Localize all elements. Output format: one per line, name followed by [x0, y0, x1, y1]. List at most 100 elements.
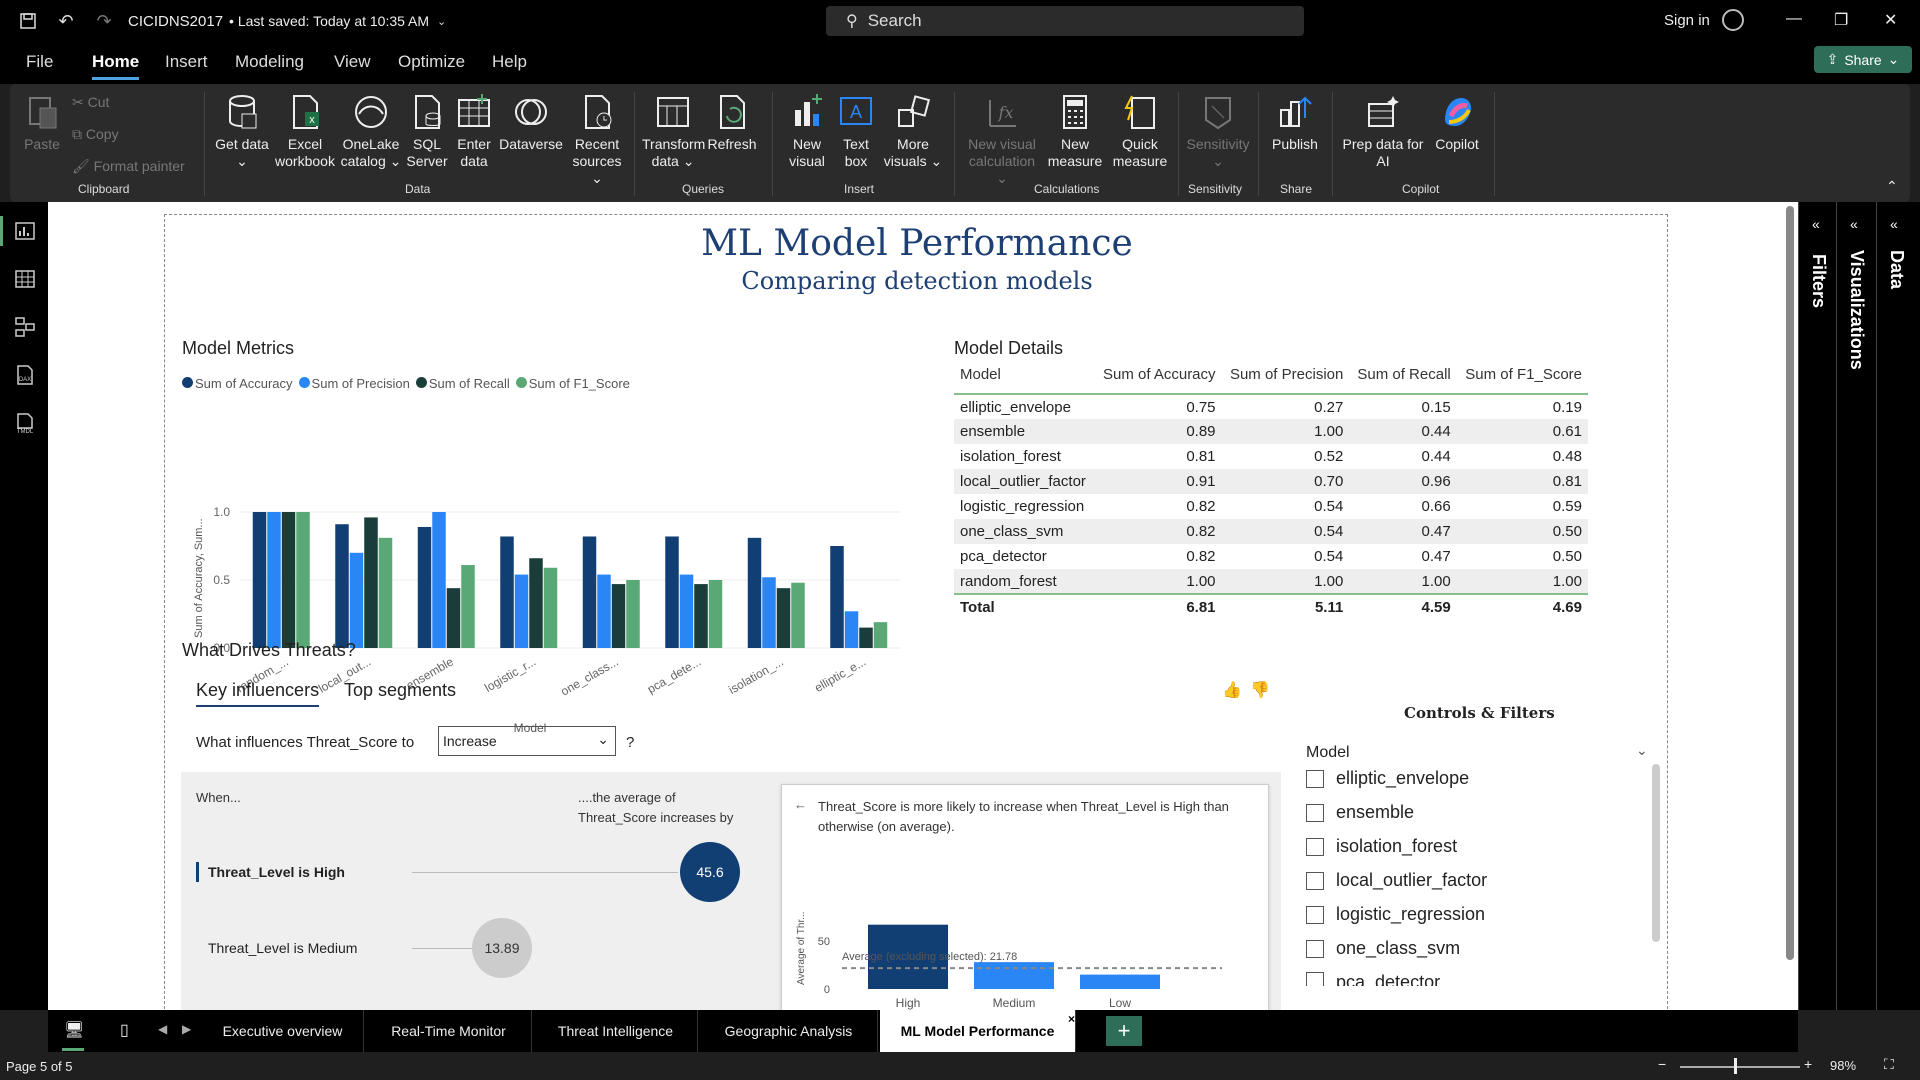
table-row[interactable]: elliptic_envelope 0.75 0.27 0.15 0.19	[954, 394, 1588, 419]
save-icon[interactable]	[18, 11, 38, 31]
add-page-button[interactable]: +	[1106, 1016, 1142, 1046]
paste-button[interactable]: Paste	[20, 92, 64, 153]
bar[interactable]	[873, 622, 888, 648]
visualizations-pane-label[interactable]: Visualizations	[1846, 250, 1867, 370]
menu-view[interactable]: View	[334, 52, 371, 72]
previous-page-icon[interactable]: ◀	[158, 1022, 167, 1036]
column-header[interactable]: Sum of Precision	[1221, 366, 1350, 395]
enter-data-button[interactable]: Enter data	[452, 92, 496, 170]
checkbox[interactable]	[1306, 972, 1324, 986]
model-view-icon[interactable]	[14, 316, 36, 338]
bar[interactable]	[500, 536, 514, 648]
chevron-down-icon[interactable]: ⌄	[1636, 742, 1648, 759]
slicer-item[interactable]: ensemble	[1306, 802, 1414, 823]
tab-top-segments[interactable]: Top segments	[344, 680, 456, 701]
bar[interactable]	[296, 512, 310, 648]
bar[interactable]	[378, 537, 393, 648]
table-view-icon[interactable]	[14, 268, 36, 290]
slicer-item[interactable]: isolation_forest	[1306, 836, 1457, 857]
dax-query-view-icon[interactable]: DAX	[14, 364, 36, 386]
checkbox[interactable]	[1306, 837, 1324, 856]
next-page-icon[interactable]: ▶	[182, 1022, 191, 1036]
column-header[interactable]: Sum of Recall	[1349, 366, 1457, 395]
table-row[interactable]: one_class_svm 0.82 0.54 0.47 0.50	[954, 519, 1588, 544]
detail-bar[interactable]	[1080, 974, 1160, 989]
canvas-scrollbar[interactable]	[1786, 206, 1794, 960]
bar[interactable]	[626, 580, 640, 648]
new-visual-button[interactable]: New visual	[782, 92, 832, 170]
bar[interactable]	[708, 580, 723, 648]
legend-item[interactable]: Sum of Precision	[298, 376, 410, 391]
bar[interactable]	[529, 558, 543, 648]
sign-in-link[interactable]: Sign in	[1664, 12, 1710, 29]
menu-home[interactable]: Home	[92, 52, 140, 80]
menu-file[interactable]: File	[26, 52, 53, 72]
bar[interactable]	[417, 526, 432, 648]
column-header[interactable]: Model	[954, 366, 1095, 395]
bar[interactable]	[694, 584, 708, 648]
sensitivity-button[interactable]: Sensitivity ⌄	[1182, 92, 1254, 170]
bar[interactable]	[252, 512, 267, 648]
influencer-item-medium[interactable]: Threat_Level is Medium	[208, 940, 357, 956]
format-painter-button[interactable]: 🖌 Format painter	[72, 158, 185, 175]
thumbs-down-icon[interactable]: 👎	[1250, 680, 1270, 700]
column-header[interactable]: Sum of Accuracy	[1094, 366, 1222, 395]
cut-button[interactable]: ✂ Cut	[72, 94, 109, 111]
undo-icon[interactable]: ↶	[56, 11, 76, 31]
influencer-item-high[interactable]: Threat_Level is High	[208, 864, 345, 880]
bar[interactable]	[665, 536, 679, 648]
legend-item[interactable]: Sum of F1_Score	[515, 376, 630, 391]
collapse-ribbon-icon[interactable]: ⌃	[1886, 178, 1898, 195]
slicer-item[interactable]: logistic_regression	[1306, 904, 1485, 925]
bar[interactable]	[364, 517, 378, 648]
slicer-item[interactable]: elliptic_envelope	[1306, 768, 1469, 789]
redo-icon[interactable]: ↷	[94, 11, 114, 31]
slicer-item[interactable]: pca_detector	[1306, 972, 1440, 986]
table-row[interactable]: local_outlier_factor 0.91 0.70 0.96 0.81	[954, 469, 1588, 494]
minimize-icon[interactable]: —	[1786, 10, 1802, 28]
menu-optimize[interactable]: Optimize	[398, 52, 465, 72]
maximize-icon[interactable]: ❐	[1834, 10, 1848, 30]
get-data-button[interactable]: Get data ⌄	[214, 92, 270, 170]
fit-to-page-icon[interactable]: ⛶	[1884, 1056, 1894, 1073]
bar[interactable]	[747, 537, 762, 648]
page-tab[interactable]: Geographic Analysis	[700, 1010, 878, 1052]
checkbox[interactable]	[1306, 803, 1324, 822]
dataverse-button[interactable]: Dataverse	[498, 92, 564, 153]
expand-visualizations-icon[interactable]: «	[1850, 216, 1858, 232]
bar[interactable]	[597, 574, 611, 648]
bar[interactable]	[582, 536, 597, 648]
bar[interactable]	[776, 588, 791, 648]
tab-key-influencers[interactable]: Key influencers	[196, 680, 320, 707]
table-row[interactable]: logistic_regression 0.82 0.54 0.66 0.59	[954, 494, 1588, 519]
quick-measure-button[interactable]: Quick measure	[1110, 92, 1170, 170]
bar[interactable]	[844, 611, 859, 648]
desktop-layout-icon[interactable]: 🖥	[64, 1020, 84, 1040]
onelake-catalog-button[interactable]: OneLake catalog ⌄	[340, 92, 402, 170]
excel-workbook-button[interactable]: x Excel workbook	[272, 92, 338, 170]
bar[interactable]	[859, 627, 873, 648]
filters-pane-label[interactable]: Filters	[1808, 254, 1829, 308]
slicer-item[interactable]: local_outlier_factor	[1306, 870, 1487, 891]
bar[interactable]	[267, 512, 281, 648]
checkbox[interactable]	[1306, 871, 1324, 890]
copilot-button[interactable]: Copilot	[1428, 92, 1486, 153]
influence-bubble-high[interactable]: 45.6	[680, 842, 740, 902]
bar[interactable]	[791, 582, 805, 648]
bar[interactable]	[446, 588, 461, 648]
avatar[interactable]	[1722, 9, 1744, 31]
thumbs-up-icon[interactable]: 👍	[1222, 680, 1242, 700]
page-tab-active[interactable]: ML Model Performance	[880, 1010, 1076, 1052]
zoom-slider-thumb[interactable]	[1734, 1058, 1737, 1074]
chevron-down-icon[interactable]: ⌄	[437, 15, 446, 28]
transform-data-button[interactable]: Transform data ⌄	[642, 92, 705, 170]
close-icon[interactable]: ✕	[1884, 10, 1897, 30]
text-box-button[interactable]: A Text box	[834, 92, 878, 170]
new-measure-button[interactable]: New measure	[1044, 92, 1106, 170]
table-row[interactable]: ensemble 0.89 1.00 0.44 0.61	[954, 419, 1588, 444]
zoom-slider[interactable]	[1680, 1066, 1800, 1068]
expand-data-icon[interactable]: «	[1890, 216, 1898, 232]
page-tab[interactable]: Threat Intelligence	[534, 1010, 698, 1052]
bar[interactable]	[461, 565, 475, 648]
data-pane-label[interactable]: Data	[1886, 250, 1907, 289]
